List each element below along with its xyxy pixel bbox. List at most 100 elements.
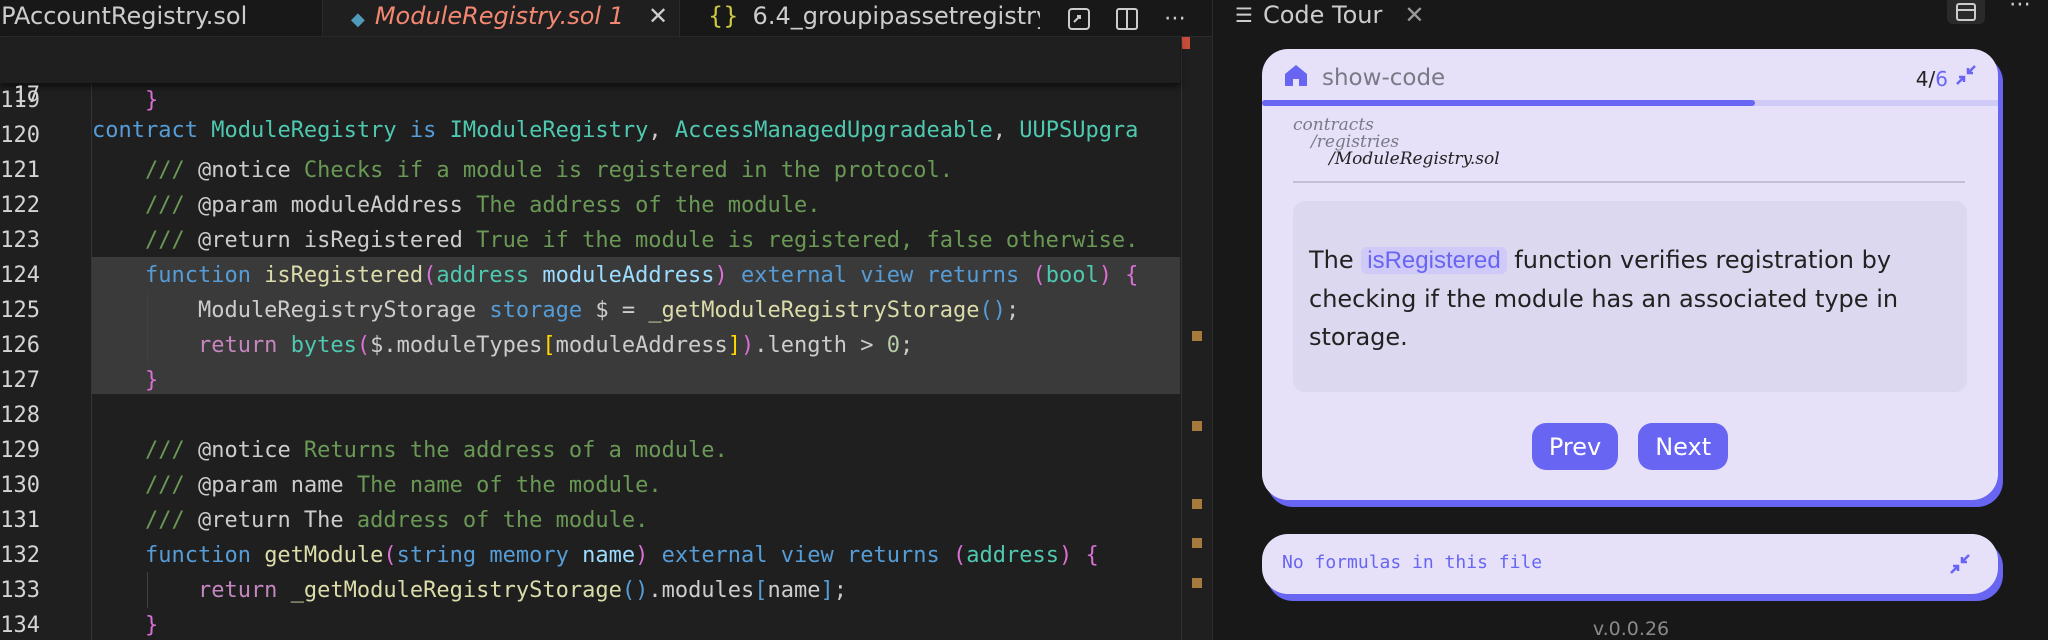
code-line[interactable]: 129 /// @notice Returns the address of a… <box>0 433 1180 468</box>
code-token: /// <box>92 158 198 183</box>
ruler-mark <box>1192 538 1202 548</box>
layout-icon[interactable] <box>1947 0 1985 24</box>
code-token: _getModuleRegistryStorage <box>648 298 980 323</box>
code-token: ( <box>1032 263 1046 288</box>
tab-groupipassetregistry[interactable]: {} 6.4_groupipassetregistry <box>680 0 1040 36</box>
code-token: function <box>92 263 265 288</box>
code-token: return <box>92 578 291 603</box>
overview-ruler[interactable] <box>1181 37 1212 640</box>
code-token: } <box>92 613 159 638</box>
code-token: ) <box>741 333 755 358</box>
list-icon: ☰ <box>1235 3 1253 27</box>
code-token: ) { <box>1058 543 1099 568</box>
code-text: /// @return The address of the module. <box>92 503 648 538</box>
ruler-mark <box>1192 499 1202 509</box>
line-number: 131 <box>0 508 40 533</box>
code-token: Returns the address of a module. <box>290 438 728 463</box>
code-token: /// <box>92 228 198 253</box>
close-icon[interactable]: ✕ <box>648 2 668 30</box>
code-token: /// <box>92 193 198 218</box>
code-line[interactable]: 127 } <box>0 363 1180 398</box>
description-text: The <box>1309 246 1362 274</box>
step-counter: 4/6 <box>1916 67 1948 91</box>
formulas-card: No formulas in this file <box>1262 534 1998 594</box>
code-token: , <box>992 118 1020 143</box>
path-divider <box>1293 181 1965 183</box>
sticky-scroll-header[interactable]: 17 contract ModuleRegistry is IModuleReg… <box>0 37 1180 143</box>
code-token: } <box>92 88 159 113</box>
split-editor-icon[interactable] <box>1112 4 1142 34</box>
code-token: moduleAddress <box>542 263 715 288</box>
code-line[interactable]: 126 return bytes($.moduleTypes[moduleAdd… <box>0 328 1180 363</box>
code-line[interactable]: 134 } <box>0 608 1180 640</box>
code-token: The <box>290 508 344 533</box>
line-number: 125 <box>0 298 40 323</box>
code-line[interactable]: 123 /// @return isRegistered True if the… <box>0 223 1180 258</box>
code-token: $ = <box>595 298 649 323</box>
code-token: function <box>92 543 265 568</box>
code-token: ] <box>727 333 742 358</box>
code-line[interactable]: 121 /// @notice Checks if a module is re… <box>0 153 1180 188</box>
code-token: ( <box>952 543 967 568</box>
tab-label: 6.4_groupipassetregistry <box>752 2 1040 30</box>
tab-label: IPAccountRegistry.sol <box>0 2 248 30</box>
tab-code-tour[interactable]: ☰ Code Tour ✕ <box>1235 1 1424 29</box>
code-token: isRegistered <box>290 228 463 253</box>
code-token: ( <box>423 263 437 288</box>
code-line[interactable]: 130 /// @param name The name of the modu… <box>0 468 1180 503</box>
panel-header: ☰ Code Tour ✕ ⋯ <box>1213 0 2048 37</box>
code-line[interactable]: 132 function getModule(string memory nam… <box>0 538 1180 573</box>
code-token: () <box>621 578 649 603</box>
code-token: getModule <box>264 543 384 568</box>
code-token: IModuleRegistry <box>449 118 649 143</box>
code-text: /// @notice Returns the address of a mod… <box>92 433 728 468</box>
code-token: /// <box>92 438 198 463</box>
close-icon[interactable]: ✕ <box>1404 1 1424 29</box>
code-token: /// <box>92 473 198 498</box>
collapse-icon[interactable] <box>1948 552 1972 580</box>
code-text: } <box>92 363 158 398</box>
code-token: @return <box>197 228 291 253</box>
more-actions-icon[interactable]: ⋯ <box>1160 4 1190 34</box>
code-line[interactable]: 122 /// @param moduleAddress The address… <box>0 188 1180 223</box>
code-text: /// @param moduleAddress The address of … <box>92 188 821 223</box>
code-token: [ <box>754 578 768 603</box>
tab-ipaccountregistry[interactable]: IPAccountRegistry.sol <box>0 0 322 36</box>
line-number: 133 <box>0 578 40 603</box>
code-text: function isRegistered(address moduleAddr… <box>92 258 1138 293</box>
inline-code: isRegistered <box>1361 247 1507 274</box>
code-token: ModuleRegistryStorage <box>92 298 490 323</box>
code-line[interactable]: 124 function isRegistered(address module… <box>0 258 1180 293</box>
code-line[interactable]: 131 /// @return The address of the modul… <box>0 503 1180 538</box>
code-line[interactable]: 133 return _getModuleRegistryStorage().m… <box>0 573 1180 608</box>
error-mark <box>1182 37 1190 49</box>
progress-track <box>1262 100 1998 106</box>
code-token: Checks if a module is registered in the … <box>290 158 953 183</box>
line-number: 124 <box>0 263 40 288</box>
more-actions-icon[interactable]: ⋯ <box>2009 0 2031 24</box>
open-changes-icon[interactable] <box>1064 4 1094 34</box>
home-icon[interactable] <box>1282 61 1310 93</box>
ruler-mark <box>1192 331 1202 341</box>
code-token: ; <box>833 578 848 603</box>
prev-button[interactable]: Prev <box>1531 423 1619 470</box>
file-path[interactable]: contracts /registries /ModuleRegistry.so… <box>1293 117 1500 168</box>
code-line[interactable]: 128 <box>0 398 1180 433</box>
code-line[interactable]: 125 ModuleRegistryStorage storage $ = _g… <box>0 293 1180 328</box>
line-number: 17 <box>13 83 41 108</box>
panel-tab-label: Code Tour <box>1262 1 1383 29</box>
code-token: name <box>277 473 344 498</box>
code-token: () <box>979 298 1006 323</box>
code-token: ModuleRegistry <box>211 118 397 143</box>
next-button[interactable]: Next <box>1638 423 1729 470</box>
code-token: string memory <box>396 543 583 568</box>
code-token: ( <box>383 543 397 568</box>
code-token: } <box>92 368 159 393</box>
collapse-icon[interactable] <box>1954 63 1978 91</box>
code-editor[interactable]: IPAccountRegistry.sol ◆ ModuleRegistry.s… <box>0 0 1212 640</box>
code-token: .length > <box>754 333 887 358</box>
tab-moduleregistry[interactable]: ◆ ModuleRegistry.sol 1 ✕ <box>323 0 679 36</box>
code-token: /// <box>92 508 198 533</box>
code-token: is <box>396 118 450 143</box>
code-token: ) { <box>1098 263 1139 288</box>
